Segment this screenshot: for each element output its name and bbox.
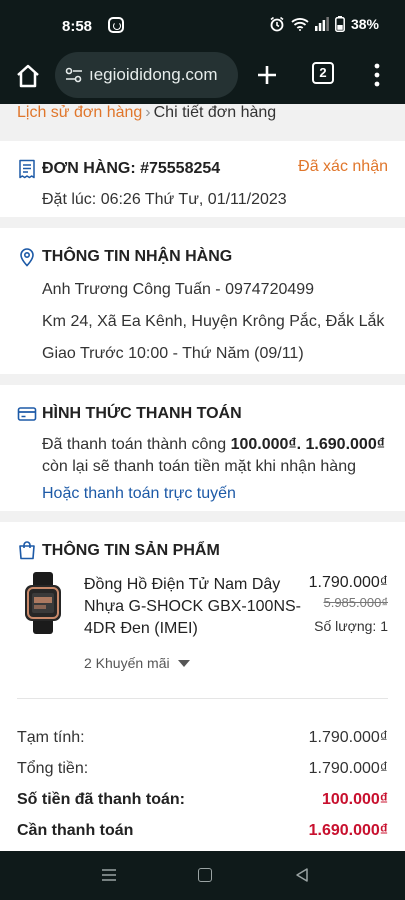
location-pin-icon (20, 248, 34, 267)
recent-apps-icon[interactable] (101, 868, 117, 882)
product-price: 1.790.000₫ (308, 574, 388, 591)
promotions-toggle[interactable]: 2 Khuyến mãi (84, 655, 190, 671)
product-card: THÔNG TIN SẢN PHẨM Đồng Hồ Điện Tử Nam D… (0, 522, 405, 851)
payment-paid-prefix: Đã thanh toán thành công (42, 436, 231, 453)
payment-status-line: Đã thanh toán thành công 100.000₫. 1.690… (42, 436, 385, 454)
wifi-icon (291, 18, 309, 31)
payment-remaining-note: còn lại sẽ thanh toán tiền mặt khi nhận … (42, 458, 356, 475)
receiver-card: THÔNG TIN NHẬN HÀNG Anh Trương Công Tuấn… (0, 228, 405, 374)
app-notification-icon (108, 17, 124, 33)
receiver-name-phone: Anh Trương Công Tuấn - 0974720499 (42, 281, 315, 298)
system-nav-bar (0, 851, 405, 900)
payment-separator: . (296, 436, 306, 453)
address-bar[interactable]: ıegioididong.com (55, 52, 238, 98)
status-time: 8:58 (62, 18, 93, 35)
page-content: Lịch sử đơn hàng › Chi tiết đơn hàng ĐƠN H… (0, 104, 405, 851)
back-icon[interactable] (294, 867, 310, 883)
product-name[interactable]: Đồng Hồ Điện Tử Nam Dây Nhựa G-SHOCK GBX… (84, 574, 316, 640)
receiver-title: THÔNG TIN NHẬN HÀNG (42, 248, 233, 265)
order-placed-time: Đặt lúc: 06:26 Thứ Tư, 01/11/2023 (42, 191, 287, 208)
subtotal-label: Tạm tính: (17, 729, 85, 746)
payment-card: HÌNH THỨC THANH TOÁN Đã thanh toán thành… (0, 385, 405, 511)
caret-down-icon (177, 659, 190, 667)
total-row: Tổng tiền: 1.790.000₫ (17, 760, 388, 778)
product-watch-image[interactable] (20, 572, 66, 634)
status-indicators: 38% (269, 16, 379, 32)
subtotal-value: 1.790.000₫ (308, 729, 388, 746)
total-value: 1.790.000₫ (308, 760, 388, 777)
home-button-icon[interactable] (198, 868, 212, 882)
alarm-icon (270, 16, 284, 32)
receiver-address: Km 24, Xã Ea Kênh, Huyện Krông Pắc, Đắk … (42, 313, 385, 330)
divider (17, 698, 388, 699)
battery-percent: 38% (350, 16, 379, 32)
product-quantity: Số lượng: 1 (314, 618, 388, 634)
signal-icon (314, 17, 329, 31)
payment-title: HÌNH THỨC THANH TOÁN (42, 405, 242, 422)
delivery-time: Giao Trước 10:00 - Thứ Năm (09/11) (42, 345, 304, 362)
payment-paid-amount: 100.000₫ (230, 436, 297, 453)
due-label: Cần thanh toán (17, 822, 134, 839)
order-card: ĐƠN HÀNG: #75558254 Đã xác nhận Đặt lúc:… (0, 141, 405, 217)
receipt-icon (19, 159, 35, 179)
breadcrumb-current: Chi tiết đơn hàng (153, 104, 277, 121)
home-icon[interactable] (14, 62, 42, 90)
battery-icon (335, 16, 345, 32)
breadcrumb-separator: › (145, 104, 151, 121)
payment-remaining-amount: 1.690.000₫ (305, 436, 385, 453)
paid-value: 100.000₫ (321, 791, 388, 808)
breadcrumb: Lịch sử đơn hàng › Chi tiết đơn hàng (17, 104, 276, 122)
product-section-title: THÔNG TIN SẢN PHẨM (42, 542, 220, 559)
promotions-label: 2 Khuyến mãi (84, 655, 170, 671)
url-text: ıegioididong.com (89, 65, 218, 84)
due-value: 1.690.000₫ (308, 822, 388, 839)
order-status-badge: Đã xác nhận (298, 158, 388, 175)
paid-row: Số tiền đã thanh toán: 100.000₫ (17, 791, 388, 809)
total-label: Tổng tiền: (17, 760, 89, 777)
paid-label: Số tiền đã thanh toán: (17, 791, 185, 808)
site-settings-icon[interactable] (63, 64, 85, 86)
order-title: ĐƠN HÀNG: #75558254 (42, 160, 221, 177)
new-tab-icon[interactable] (254, 62, 280, 88)
product-old-price: 5.985.000₫ (323, 595, 388, 610)
pay-online-link[interactable]: Hoặc thanh toán trực tuyến (42, 485, 236, 503)
breadcrumb-order-history[interactable]: Lịch sử đơn hàng (17, 104, 142, 121)
shopping-bag-icon (19, 541, 35, 560)
status-bar: 8:58 38% (0, 0, 405, 48)
tab-switcher-button[interactable]: 2 (312, 62, 334, 84)
due-row: Cần thanh toán 1.690.000₫ (17, 822, 388, 840)
more-menu-icon[interactable] (371, 62, 383, 88)
subtotal-row: Tạm tính: 1.790.000₫ (17, 729, 388, 747)
browser-toolbar: ıegioididong.com 2 (0, 48, 405, 104)
credit-card-icon (17, 407, 37, 421)
